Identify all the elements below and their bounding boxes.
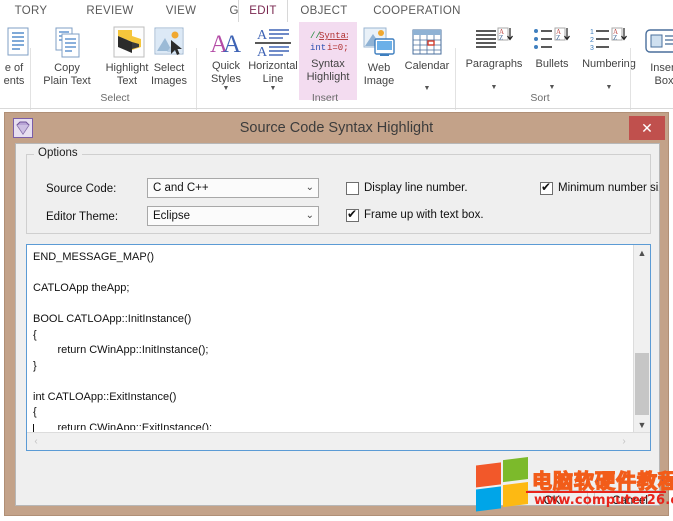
scroll-up-icon[interactable]: ▲ — [634, 245, 650, 261]
svg-text:A: A — [257, 28, 268, 43]
syntax-highlight-dialog: Source Code Syntax Highlight ✕ Options S… — [4, 112, 669, 516]
editor-theme-select[interactable]: Eclipse ⌄ — [147, 206, 319, 226]
ribbon-item-label2: Images — [140, 75, 198, 88]
checkbox-box — [540, 182, 553, 195]
web-image-icon — [361, 26, 397, 60]
chevron-down-icon[interactable]: ▼ — [572, 84, 646, 92]
ribbon-item-label: Horizontal — [240, 60, 306, 73]
horizontal-line-icon: A A — [253, 26, 293, 58]
source-code-select[interactable]: C and C++ ⌄ — [147, 178, 319, 198]
svg-text:1: 1 — [590, 29, 594, 36]
svg-text:2: 2 — [590, 37, 594, 44]
tab-edit[interactable]: EDIT — [238, 0, 288, 22]
cancel-button[interactable]: Cancel — [594, 490, 660, 506]
scroll-down-icon[interactable]: ▼ — [634, 417, 650, 433]
ribbon-syntax-highlight[interactable]: // Syntax int i=0; Syntax Highlight — [299, 22, 357, 100]
ribbon-group-label-insert: Insert — [285, 92, 365, 104]
editor-theme-value: Eclipse — [153, 207, 190, 225]
ribbon-horizontal-line[interactable]: A A Horizontal Line ▼ — [240, 26, 306, 93]
ribbon-calendar[interactable]: Calendar ▼ — [396, 26, 458, 93]
svg-text:Syntax: Syntax — [319, 31, 348, 41]
copy-icon — [49, 26, 85, 60]
ribbon: TORY REVIEW VIEW GEM EDIT OBJECT COOPERA… — [0, 0, 673, 115]
svg-text:A: A — [223, 31, 241, 58]
editor-theme-label: Editor Theme: — [46, 211, 118, 223]
sort-bullets-icon: A Z — [532, 26, 572, 56]
vertical-scrollbar[interactable]: ▲ ▼ — [633, 245, 650, 433]
ribbon-tab-bar: TORY REVIEW VIEW GEM EDIT OBJECT COOPERA… — [0, 0, 673, 22]
tab-review[interactable]: REVIEW — [70, 0, 150, 22]
ribbon-item-label: Copy — [34, 62, 100, 75]
syntax-code-icon: // Syntax int i=0; — [308, 26, 348, 56]
insert-box-icon — [644, 26, 673, 60]
calendar-icon — [410, 26, 444, 58]
ribbon-item-label: Calendar — [396, 60, 458, 73]
close-icon[interactable]: ✕ — [629, 116, 665, 140]
svg-text:Z: Z — [613, 34, 617, 42]
ribbon-item-label2: Box — [638, 75, 673, 88]
dialog-title-bar[interactable]: Source Code Syntax Highlight ✕ — [5, 113, 668, 143]
source-code-label: Source Code: — [46, 183, 116, 195]
ribbon-item-label: Insert — [638, 62, 673, 75]
ribbon-item-label: Select — [140, 62, 198, 75]
select-image-icon — [151, 26, 187, 60]
ribbon-group-label-sort: Sort — [500, 92, 580, 104]
tab-view[interactable]: VIEW — [150, 0, 212, 22]
sort-numbering-icon: 1 2 3 A Z — [589, 26, 629, 56]
ribbon-bottom-divider — [0, 108, 673, 109]
checkbox-label: Frame up with text box. — [364, 208, 484, 223]
ribbon-group-label-select: Select — [55, 92, 175, 104]
ribbon-item-label2: Plain Text — [34, 75, 100, 88]
tab-tory[interactable]: TORY — [0, 0, 70, 22]
svg-text:A: A — [257, 45, 268, 58]
checkbox-box — [346, 182, 359, 195]
options-legend: Options — [34, 147, 82, 159]
ribbon-item-label2: Highlight — [299, 71, 357, 84]
chevron-down-icon: ⌄ — [306, 179, 314, 197]
tab-cooperation[interactable]: COOPERATION — [358, 0, 476, 22]
chevron-down-icon: ⌄ — [306, 207, 314, 225]
scroll-right-icon[interactable]: › — [616, 434, 632, 449]
svg-text:Z: Z — [499, 34, 503, 42]
sort-paragraph-icon: A Z — [474, 26, 514, 56]
ok-button[interactable]: OK — [516, 490, 588, 506]
svg-text:Z: Z — [556, 34, 560, 42]
ribbon-content: e of ents Copy — [0, 22, 673, 110]
ribbon-item-label: Numbering — [572, 58, 646, 71]
scroll-left-icon[interactable]: ‹ — [28, 434, 44, 449]
code-editor[interactable]: END_MESSAGE_MAP() CATLOApp theApp; BOOL … — [26, 244, 651, 451]
checkbox-label: Display line number. — [364, 181, 468, 196]
dialog-client-area: Options Source Code: C and C++ ⌄ Editor … — [15, 143, 660, 506]
chevron-down-icon[interactable]: ▼ — [456, 84, 532, 92]
quick-styles-icon: A A — [208, 26, 244, 58]
ribbon-copy-plain-text[interactable]: Copy Plain Text — [34, 26, 100, 87]
document-icon — [0, 26, 30, 60]
ribbon-item-label2: Line — [240, 73, 306, 86]
svg-text:3: 3 — [590, 45, 594, 52]
tab-object[interactable]: OBJECT — [288, 0, 360, 22]
ribbon-item-label: Syntax — [299, 58, 357, 71]
ribbon-insert-box[interactable]: Insert Box — [638, 26, 673, 87]
source-code-value: C and C++ — [153, 179, 209, 197]
dialog-title: Source Code Syntax Highlight — [5, 113, 668, 143]
ribbon-item-label: Paragraphs — [456, 58, 532, 71]
ribbon-numbering[interactable]: 1 2 3 A Z Numbering ▼ — [572, 26, 646, 92]
svg-text:int: int — [310, 43, 326, 53]
horizontal-scrollbar[interactable]: ‹ › — [27, 432, 650, 450]
ribbon-paragraphs[interactable]: A Z Paragraphs ▼ — [456, 26, 532, 92]
code-text[interactable]: END_MESSAGE_MAP() CATLOApp theApp; BOOL … — [28, 246, 632, 430]
chevron-down-icon[interactable]: ▼ — [396, 85, 458, 93]
checkbox-box — [346, 209, 359, 222]
svg-text:i=0;: i=0; — [327, 43, 348, 53]
ribbon-select-images[interactable]: Select Images — [140, 26, 198, 87]
vertical-scrollbar-thumb[interactable] — [635, 353, 649, 415]
checkbox-label: Minimum number siz — [558, 181, 660, 196]
